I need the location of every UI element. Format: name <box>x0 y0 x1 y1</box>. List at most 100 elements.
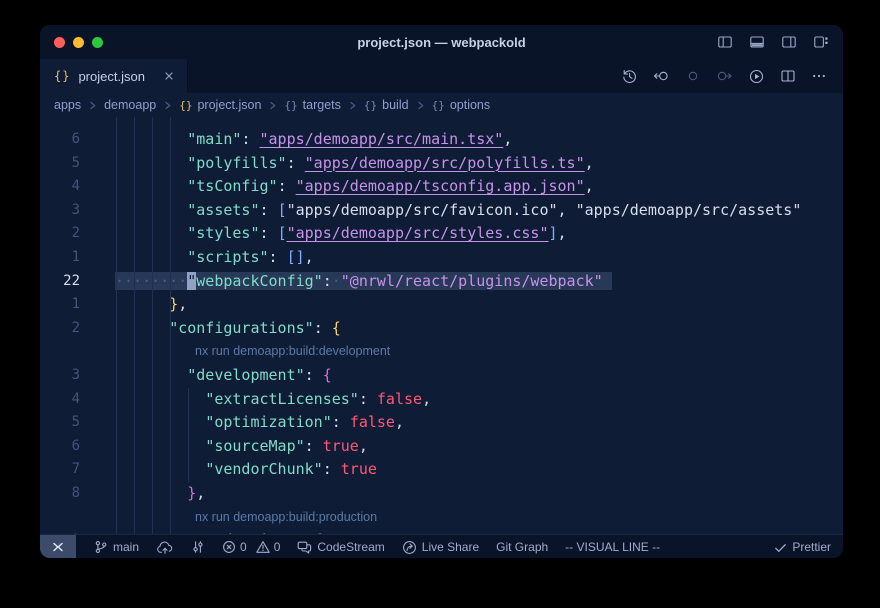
line-number[interactable]: 1 <box>40 293 80 317</box>
code-line[interactable]: 6 "sourceMap": true, <box>40 435 843 459</box>
breadcrumb-item-project-json[interactable]: {}project.json <box>179 98 261 112</box>
selection-highlight: ········"webpackConfig":·"@nrwl/react/pl… <box>115 272 612 290</box>
navigate-previous-button[interactable] <box>685 68 701 84</box>
codelens-line[interactable]: nx run demoapp:build:production <box>40 506 843 530</box>
statusbar-source-control-graph[interactable] <box>191 540 205 554</box>
breadcrumb-separator-icon <box>87 100 98 111</box>
code-line[interactable]: 3 "assets": ["apps/demoapp/src/favicon.i… <box>40 199 843 223</box>
statusbar-git-branch[interactable]: main <box>94 540 139 554</box>
code-line[interactable]: 6 "main": "apps/demoapp/src/main.tsx", <box>40 128 843 152</box>
breadcrumb: appsdemoapp{}project.json{}targets{}buil… <box>40 93 843 117</box>
statusbar-publish-changes[interactable] <box>156 540 174 554</box>
code-line[interactable]: 2 "styles": ["apps/demoapp/src/styles.cs… <box>40 222 843 246</box>
line-number[interactable]: 22 <box>40 270 80 294</box>
braces-icon: {} <box>432 99 445 112</box>
customize-layout-button[interactable] <box>813 34 829 50</box>
publish-changes-icon <box>156 540 174 554</box>
statusbar-prettier[interactable]: Prettier <box>773 540 831 554</box>
statusbar-codestream[interactable]: CodeStream <box>297 540 384 555</box>
code-line[interactable]: 7 "vendorChunk": true <box>40 458 843 482</box>
codelens-line[interactable]: nx run demoapp:build:development <box>40 340 843 364</box>
close-window-button[interactable] <box>54 37 65 48</box>
code-line[interactable]: 22 ········"webpackConfig":·"@nrwl/react/… <box>40 270 843 294</box>
statusbar-remote-indicator[interactable] <box>40 535 76 558</box>
line-number[interactable]: 3 <box>40 199 80 223</box>
codelens-link[interactable]: nx run demoapp:build:development <box>115 340 390 364</box>
line-number[interactable]: 7 <box>40 458 80 482</box>
statusbar-live-share[interactable]: Live Share <box>402 540 479 555</box>
line-number[interactable]: 8 <box>40 482 80 506</box>
code-line[interactable]: 3 "development": { <box>40 364 843 388</box>
statusbar-problems[interactable]: 00 <box>222 540 280 554</box>
json-file-icon: {} <box>54 69 70 83</box>
breadcrumb-item-apps[interactable]: apps <box>54 98 81 112</box>
maximize-window-button[interactable] <box>92 37 103 48</box>
split-editor-icon <box>780 68 796 84</box>
split-editor-button[interactable] <box>780 68 796 84</box>
toggle-primary-sidebar-button[interactable] <box>717 34 733 50</box>
code-line[interactable]: 9 "production": { <box>40 529 843 534</box>
code-line[interactable]: 4 "extractLicenses": false, <box>40 388 843 412</box>
code-editor[interactable]: 6 "main": "apps/demoapp/src/main.tsx",5 … <box>40 117 843 534</box>
line-number[interactable]: 2 <box>40 222 80 246</box>
code-line[interactable]: 5 "polyfills": "apps/demoapp/src/polyfil… <box>40 152 843 176</box>
run-or-debug-button[interactable] <box>748 68 765 85</box>
line-number[interactable]: 4 <box>40 388 80 412</box>
navigate-back-icon <box>653 68 670 84</box>
line-number <box>40 340 80 364</box>
toggle-panel-button[interactable] <box>749 34 765 50</box>
navigate-back-button[interactable] <box>653 68 670 84</box>
breadcrumb-label: demoapp <box>104 98 156 112</box>
minimize-window-button[interactable] <box>73 37 84 48</box>
code-text: "optimization": false, <box>115 411 404 435</box>
line-number[interactable]: 6 <box>40 435 80 459</box>
line-number[interactable]: 5 <box>40 411 80 435</box>
code-text: ········"webpackConfig":·"@nrwl/react/pl… <box>115 270 612 294</box>
screenshot-stage: project.json — webpackold {} project.jso… <box>0 0 880 608</box>
statusbar-vim-mode[interactable]: -- VISUAL LINE -- <box>565 540 660 554</box>
tab-bar: {} project.json <box>40 59 843 93</box>
code-line[interactable]: 2 "configurations": { <box>40 317 843 341</box>
run-or-debug-icon <box>748 68 765 85</box>
line-number[interactable]: 4 <box>40 175 80 199</box>
breadcrumb-item-build[interactable]: {}build <box>364 98 409 112</box>
code-line[interactable]: 1 }, <box>40 293 843 317</box>
remote-indicator-icon <box>51 540 65 554</box>
breadcrumb-item-targets[interactable]: {}targets <box>284 98 340 112</box>
navigate-forward-button[interactable] <box>716 68 733 84</box>
line-number[interactable]: 1 <box>40 246 80 270</box>
indent-guide <box>116 117 117 534</box>
statusbar-label: Prettier <box>792 540 831 554</box>
line-number[interactable]: 5 <box>40 152 80 176</box>
braces-icon: {} <box>284 99 297 112</box>
navigate-previous-icon <box>685 68 701 84</box>
line-number[interactable]: 3 <box>40 364 80 388</box>
code-text: "development": { <box>115 364 332 388</box>
code-line[interactable]: 8 }, <box>40 482 843 506</box>
breadcrumb-item-options[interactable]: {}options <box>432 98 491 112</box>
line-number[interactable]: 9 <box>40 529 80 534</box>
close-tab-icon[interactable] <box>163 70 175 82</box>
code-line[interactable]: 5 "optimization": false, <box>40 411 843 435</box>
breadcrumb-label: build <box>382 98 408 112</box>
customize-layout-icon <box>813 34 829 50</box>
statusbar-git-graph[interactable]: Git Graph <box>496 540 548 554</box>
line-number[interactable]: 2 <box>40 317 80 341</box>
live-share-icon <box>402 540 417 555</box>
breadcrumb-item-demoapp[interactable]: demoapp <box>104 98 156 112</box>
line-number[interactable]: 6 <box>40 128 80 152</box>
traffic-lights <box>54 37 103 48</box>
code-line[interactable]: 1 "scripts": [], <box>40 246 843 270</box>
code-text: "production": { <box>115 529 323 534</box>
more-actions-button[interactable] <box>811 68 827 84</box>
toggle-secondary-sidebar-button[interactable] <box>781 34 797 50</box>
code-text: "sourceMap": true, <box>115 435 368 459</box>
codelens-link[interactable]: nx run demoapp:build:production <box>115 506 377 530</box>
timeline-history-button[interactable] <box>621 68 638 85</box>
code-line[interactable]: 4 "tsConfig": "apps/demoapp/tsconfig.app… <box>40 175 843 199</box>
toggle-secondary-sidebar-icon <box>781 34 797 50</box>
breadcrumb-separator-icon <box>162 100 173 111</box>
statusbar-label: -- VISUAL LINE -- <box>565 540 660 554</box>
tab-project-json[interactable]: {} project.json <box>40 59 188 93</box>
text-cursor: " <box>187 272 196 290</box>
